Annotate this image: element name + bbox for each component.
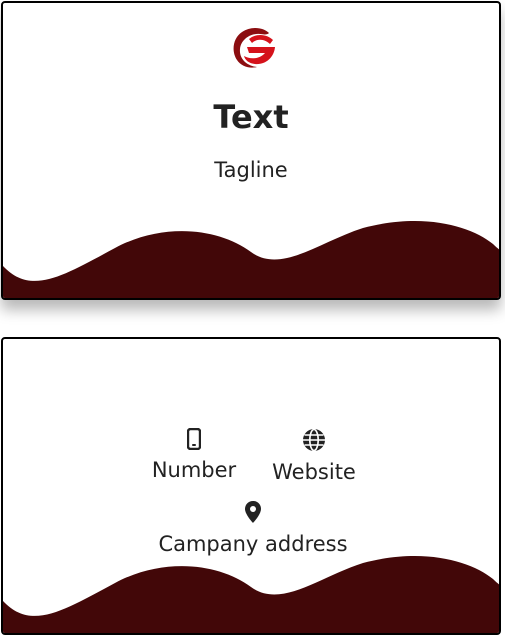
card-title: Text	[213, 98, 289, 136]
company-logo-icon	[233, 27, 275, 68]
contact-address: Campany address	[113, 500, 393, 556]
website-label: Website	[272, 460, 356, 484]
location-pin-icon	[245, 501, 261, 523]
number-label: Number	[151, 458, 237, 482]
business-card-back: Number Website Campany address	[1, 337, 501, 635]
contact-number: Number	[124, 428, 264, 482]
globe-icon	[303, 428, 325, 452]
wave-decoration	[3, 221, 499, 298]
wave-decoration	[3, 556, 499, 633]
contact-website: Website	[244, 428, 384, 484]
phone-icon	[187, 428, 201, 450]
business-card-front: Text Tagline	[1, 1, 501, 300]
card-tagline: Tagline	[214, 158, 288, 182]
